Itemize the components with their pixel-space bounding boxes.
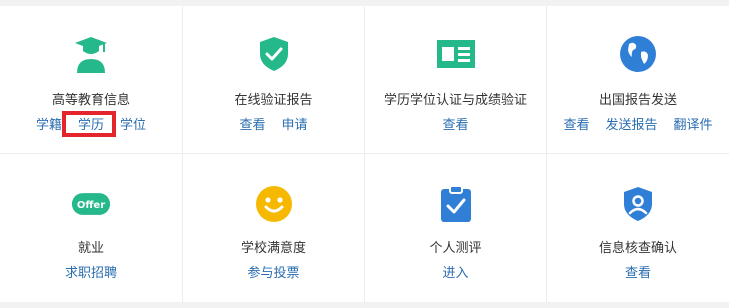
card-links: 进入 xyxy=(365,262,546,281)
link-send-report[interactable]: 发送报告 xyxy=(605,114,657,133)
offer-badge-icon: Offer xyxy=(71,184,111,224)
card-employment: Offer 就业 求职招聘 xyxy=(0,154,183,302)
card-title: 就业 xyxy=(77,241,104,256)
card-personal-assessment: 个人测评 进入 xyxy=(365,154,547,302)
link-student-status[interactable]: 学籍 xyxy=(36,114,62,133)
card-online-verification: 在线验证报告 查看 申请 xyxy=(183,6,365,154)
card-title: 信息核查确认 xyxy=(598,241,677,256)
card-school-satisfaction: 学校满意度 参与投票 xyxy=(183,154,365,302)
card-links: 查看 xyxy=(365,114,546,133)
globe-icon xyxy=(618,34,658,74)
card-title: 高等教育信息 xyxy=(51,93,130,108)
link-view[interactable]: 查看 xyxy=(442,114,468,133)
card-title: 学历学位认证与成绩验证 xyxy=(383,93,527,108)
card-title: 在线验证报告 xyxy=(234,93,313,108)
id-card-icon xyxy=(436,34,476,74)
card-overseas-report: 出国报告发送 查看 发送报告 翻译件 xyxy=(547,6,729,154)
link-apply[interactable]: 申请 xyxy=(282,114,308,133)
card-links: 参与投票 xyxy=(183,262,364,281)
card-links: 查看 发送报告 翻译件 xyxy=(547,114,729,133)
link-view[interactable]: 查看 xyxy=(563,114,589,133)
link-view[interactable]: 查看 xyxy=(239,114,265,133)
services-grid: 高等教育信息 学籍 学历 学位 在线验证报告 查看 申请 学历学位认证与成绩验证… xyxy=(0,6,729,302)
link-vote[interactable]: 参与投票 xyxy=(247,262,299,281)
shield-check-icon xyxy=(254,34,294,74)
link-enter[interactable]: 进入 xyxy=(442,262,468,281)
card-info-verification: 信息核查确认 查看 xyxy=(547,154,729,302)
card-title: 学校满意度 xyxy=(240,241,306,256)
link-view[interactable]: 查看 xyxy=(625,262,651,281)
shield-user-icon xyxy=(618,184,658,224)
card-links: 查看 申请 xyxy=(183,114,364,133)
link-translation[interactable]: 翻译件 xyxy=(674,114,713,133)
card-education-info: 高等教育信息 学籍 学历 学位 xyxy=(0,6,183,154)
card-links: 求职招聘 xyxy=(0,262,182,281)
smiley-icon xyxy=(254,184,294,224)
link-job-search[interactable]: 求职招聘 xyxy=(65,262,117,281)
offer-badge-text: Offer xyxy=(77,200,105,211)
card-links: 查看 xyxy=(547,262,729,281)
card-title: 出国报告发送 xyxy=(598,93,677,108)
link-degree[interactable]: 学位 xyxy=(120,114,146,133)
clipboard-check-icon xyxy=(436,184,476,224)
graduate-icon xyxy=(71,34,111,74)
highlight-box xyxy=(62,111,116,137)
card-degree-certification: 学历学位认证与成绩验证 查看 xyxy=(365,6,547,154)
card-title: 个人测评 xyxy=(429,241,482,256)
